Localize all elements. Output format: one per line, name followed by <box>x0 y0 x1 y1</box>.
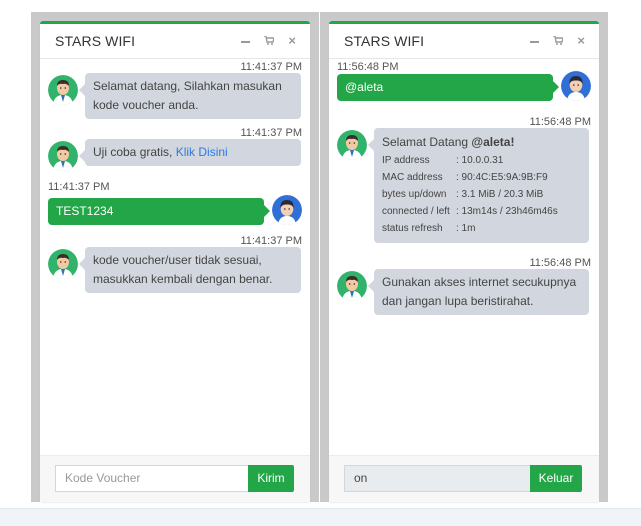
login-info-bubble: Selamat Datang @aleta! IP address : 10.0.… <box>368 128 589 243</box>
info-key: status refresh <box>382 223 443 234</box>
info-key: bytes up/down <box>382 189 447 200</box>
info-row: IP address : 10.0.0.31 <box>382 152 581 169</box>
box-title: STARS WIFI <box>344 33 425 49</box>
user-avatar-icon <box>272 195 302 225</box>
user-avatar-icon <box>561 71 591 101</box>
box-header: STARS WIFI × <box>329 24 599 59</box>
box-footer: on Keluar <box>329 455 599 502</box>
info-key: connected / left <box>382 206 450 217</box>
greeting-line: Selamat Datang @aleta! <box>382 132 581 152</box>
info-value: : 13m14s / 23h46m46s <box>456 206 558 217</box>
voucher-input[interactable]: Kode Voucher <box>55 465 248 492</box>
message-bubble: Uji coba gratis, Klik Disini <box>79 139 301 166</box>
message-time: 11:56:48 PM <box>337 61 399 73</box>
box-tools: × <box>241 34 296 47</box>
username-input[interactable]: on <box>344 465 530 492</box>
info-key: MAC address <box>382 172 443 183</box>
message-time: 11:41:37 PM <box>240 235 302 247</box>
greeting-text: Selamat Datang <box>382 135 472 149</box>
info-row: connected / left : 13m14s / 23h46m46s <box>382 203 581 220</box>
message-time: 11:56:48 PM <box>529 257 591 269</box>
message-time: 11:56:48 PM <box>529 116 591 128</box>
username: @aleta! <box>471 135 515 149</box>
info-row: bytes up/down : 3.1 MiB / 20.3 MiB <box>382 186 581 203</box>
page-bottom-strip <box>0 508 641 526</box>
cart-icon[interactable] <box>264 36 275 45</box>
message-time: 11:41:37 PM <box>240 61 302 73</box>
server-avatar-icon <box>48 141 78 171</box>
cart-icon[interactable] <box>553 36 564 45</box>
server-avatar-icon <box>337 130 367 160</box>
chat-box-right: STARS WIFI × 11:56:48 PM @aleta 11:56:48… <box>329 21 599 502</box>
info-value: : 3.1 MiB / 20.3 MiB <box>456 189 544 200</box>
info-row: MAC address : 90:4C:E5:9A:9B:F9 <box>382 169 581 186</box>
message-bubble-user: TEST1234 <box>48 198 270 225</box>
message-time: 11:41:37 PM <box>48 181 110 193</box>
server-avatar-icon <box>337 271 367 301</box>
minus-icon[interactable] <box>530 40 540 43</box>
logout-button[interactable]: Keluar <box>530 465 582 492</box>
right-panel-frame: STARS WIFI × 11:56:48 PM @aleta 11:56:48… <box>320 12 608 502</box>
info-value: : 90:4C:E5:9A:9B:F9 <box>456 172 548 183</box>
box-header: STARS WIFI × <box>40 24 310 59</box>
info-row: status refresh : 1m <box>382 220 581 237</box>
submit-button[interactable]: Kirim <box>248 465 294 492</box>
message-bubble: Gunakan akses internet secukupnya dan ja… <box>368 269 589 315</box>
box-footer: Kode Voucher Kirim <box>40 455 310 502</box>
close-icon[interactable]: × <box>577 34 585 47</box>
message-bubble-user: @aleta <box>337 74 559 101</box>
box-title: STARS WIFI <box>55 33 136 49</box>
chat-box-left: STARS WIFI × 11:41:37 PM Selamat datang,… <box>40 21 310 502</box>
message-bubble: kode voucher/user tidak sesuai, masukkan… <box>79 247 301 293</box>
free-trial-link[interactable]: Klik Disini <box>176 145 228 159</box>
close-icon[interactable]: × <box>288 34 296 47</box>
message-bubble: Selamat datang, Silahkan masukan kode vo… <box>79 73 301 119</box>
server-avatar-icon <box>48 249 78 279</box>
info-value: : 1m <box>456 223 476 234</box>
message-time: 11:41:37 PM <box>240 127 302 139</box>
info-value: : 10.0.0.31 <box>456 155 504 166</box>
message-text: Uji coba gratis, <box>93 145 176 159</box>
box-tools: × <box>530 34 585 47</box>
server-avatar-icon <box>48 75 78 105</box>
left-panel-frame: STARS WIFI × 11:41:37 PM Selamat datang,… <box>31 12 319 502</box>
info-key: IP address <box>382 155 430 166</box>
minus-icon[interactable] <box>241 40 251 43</box>
